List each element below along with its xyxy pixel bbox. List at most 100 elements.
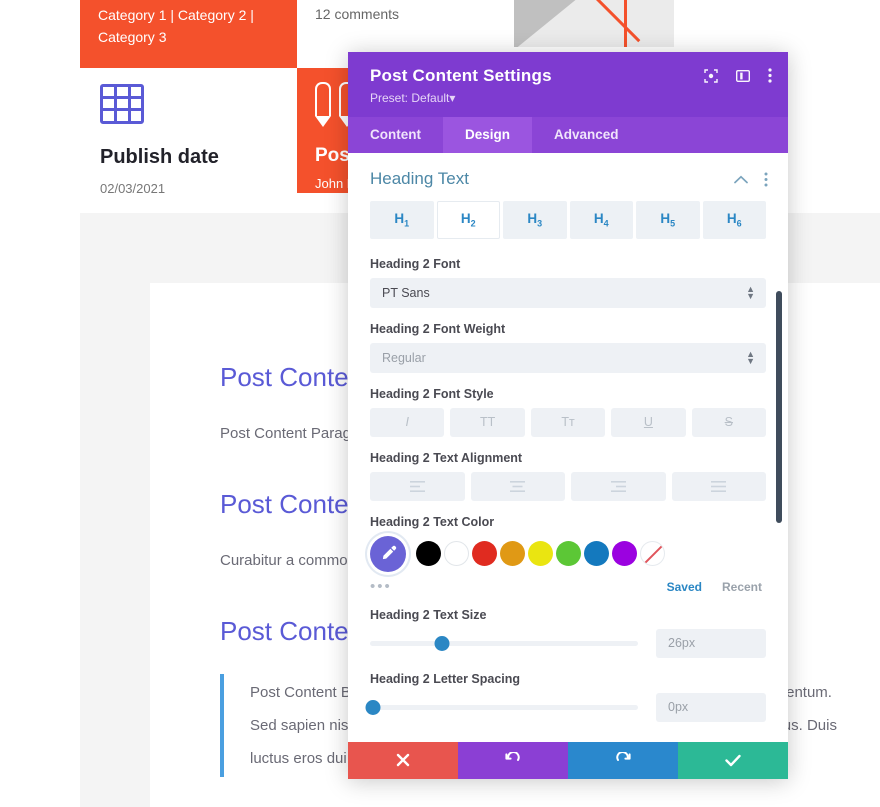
heading-level-h4[interactable]: H4 bbox=[569, 201, 633, 239]
uppercase-glyph: TT bbox=[479, 415, 496, 430]
h4-sub: 4 bbox=[603, 218, 609, 229]
letter-spacing-slider[interactable] bbox=[365, 698, 638, 716]
italic-glyph: I bbox=[405, 415, 409, 430]
heading-level-h6[interactable]: H6 bbox=[702, 201, 766, 239]
more-colors-button[interactable]: ••• bbox=[370, 579, 392, 594]
slider-knob[interactable] bbox=[365, 699, 381, 715]
tab-content[interactable]: Content bbox=[348, 117, 443, 153]
heading-text-size-label: Heading 2 Text Size bbox=[370, 607, 487, 622]
text-size-input[interactable]: 26px bbox=[656, 628, 766, 658]
h5-sub: 5 bbox=[670, 218, 676, 229]
panel-scrollbar[interactable] bbox=[776, 291, 782, 523]
slider-knob[interactable] bbox=[434, 635, 450, 651]
color-swatches bbox=[370, 535, 766, 572]
panel-header-icons bbox=[704, 68, 772, 83]
color-tabs: Saved Recent bbox=[667, 580, 762, 594]
align-right-button[interactable] bbox=[571, 471, 666, 501]
calendar-icon bbox=[100, 84, 144, 124]
h4-label: H bbox=[593, 211, 604, 226]
field-heading-text-color: Heading 2 Text Color ••• Saved Recent bbox=[348, 515, 788, 594]
letter-spacing-input[interactable]: 0px bbox=[656, 692, 766, 722]
field-heading-font-style: Heading 2 Font Style I TT Tᴛ U S bbox=[348, 387, 788, 437]
select-arrows-icon: ▲ ▼ bbox=[746, 283, 755, 301]
chevron-down-icon: ▾ bbox=[449, 91, 456, 105]
h6-sub: 6 bbox=[736, 218, 742, 229]
heading-text-alignment-label: Heading 2 Text Alignment bbox=[370, 450, 523, 465]
h5-label: H bbox=[660, 211, 671, 226]
swatch-white[interactable] bbox=[444, 541, 469, 567]
heading-text-section-header[interactable]: Heading Text bbox=[348, 153, 788, 201]
align-justify-button[interactable] bbox=[671, 471, 766, 501]
panel-body: Heading Text H1 H2 H3 H4 H5 H6 Heading 2… bbox=[348, 153, 788, 742]
image-placeholder-icon bbox=[514, 0, 674, 47]
swatch-blue[interactable] bbox=[584, 541, 609, 567]
align-center-button[interactable] bbox=[470, 471, 565, 501]
heading-font-weight-select[interactable]: Regular ▲ ▼ bbox=[370, 342, 766, 373]
text-size-slider[interactable] bbox=[370, 634, 638, 652]
underline-button[interactable]: U bbox=[611, 407, 686, 437]
small-caps-glyph: Tᴛ bbox=[561, 415, 575, 430]
tab-design[interactable]: Design bbox=[443, 117, 533, 153]
strikethrough-glyph: S bbox=[724, 415, 733, 430]
heading-letter-spacing-label: Heading 2 Letter Spacing bbox=[370, 671, 521, 686]
heading-font-weight-label: Heading 2 Font Weight bbox=[370, 321, 506, 336]
swatch-orange[interactable] bbox=[500, 541, 525, 567]
heading-level-h2[interactable]: H2 bbox=[436, 201, 500, 239]
field-heading-letter-spacing: Heading 2 Letter Spacing 0px bbox=[348, 672, 788, 722]
more-options-icon[interactable] bbox=[764, 172, 768, 187]
heading-level-h1[interactable]: H1 bbox=[370, 201, 434, 239]
eyedropper-icon[interactable] bbox=[370, 535, 406, 572]
post-category-text: Category 1 | Category 2 | Category 3 bbox=[98, 7, 254, 45]
color-swatch-footer: ••• Saved Recent bbox=[370, 579, 766, 594]
swatch-yellow[interactable] bbox=[528, 541, 553, 567]
heading-level-h5[interactable]: H5 bbox=[636, 201, 700, 239]
h1-label: H bbox=[394, 211, 405, 226]
small-caps-button[interactable]: Tᴛ bbox=[530, 407, 606, 437]
swatch-green[interactable] bbox=[556, 541, 581, 567]
tab-advanced[interactable]: Advanced bbox=[532, 117, 641, 153]
uppercase-button[interactable]: TT bbox=[450, 407, 525, 437]
module-publish-date[interactable]: Publish date 02/03/2021 bbox=[80, 68, 297, 213]
saved-colors-tab[interactable]: Saved bbox=[667, 580, 702, 594]
heading-font-select[interactable]: PT Sans ▲ ▼ bbox=[370, 277, 766, 308]
panel-header: Post Content Settings Preset: Default▾ bbox=[348, 52, 788, 117]
cancel-button[interactable] bbox=[348, 741, 458, 779]
text-alignment-buttons bbox=[370, 471, 766, 501]
swatch-none[interactable] bbox=[640, 541, 665, 567]
heading-font-style-label: Heading 2 Font Style bbox=[370, 386, 494, 401]
heading-font-label: Heading 2 Font bbox=[370, 256, 461, 271]
post-content-settings-panel: Post Content Settings Preset: Default▾ C… bbox=[348, 52, 788, 779]
slider-track bbox=[370, 704, 638, 710]
swatch-red[interactable] bbox=[472, 541, 497, 567]
heading-text-color-label: Heading 2 Text Color bbox=[370, 514, 495, 529]
swatch-black[interactable] bbox=[416, 541, 441, 567]
focus-icon[interactable] bbox=[704, 68, 718, 83]
align-left-button[interactable] bbox=[370, 471, 465, 501]
field-heading-text-alignment: Heading 2 Text Alignment bbox=[348, 451, 788, 501]
h1-sub: 1 bbox=[404, 218, 410, 229]
undo-button[interactable] bbox=[458, 741, 568, 779]
strikethrough-button[interactable]: S bbox=[691, 407, 767, 437]
panel-tabs: Content Design Advanced bbox=[348, 117, 788, 153]
layout-split-icon[interactable] bbox=[736, 69, 750, 83]
comment-count-text: 12 comments bbox=[315, 6, 400, 22]
module-post-category[interactable]: Post category Category 1 | Category 2 | … bbox=[80, 0, 297, 68]
publish-date-text: 02/03/2021 bbox=[100, 181, 166, 196]
field-heading-font: Heading 2 Font PT Sans ▲ ▼ bbox=[348, 257, 788, 308]
h2-label: H bbox=[460, 211, 471, 226]
heading-level-h3[interactable]: H3 bbox=[503, 201, 567, 239]
recent-colors-tab[interactable]: Recent bbox=[722, 580, 762, 594]
panel-preset[interactable]: Preset: Default▾ bbox=[370, 91, 768, 105]
swatch-purple[interactable] bbox=[612, 541, 637, 567]
field-heading-text-size: Heading 2 Text Size 26px bbox=[348, 608, 788, 658]
panel-preset-label: Preset: Default bbox=[370, 91, 450, 105]
h6-label: H bbox=[726, 211, 737, 226]
redo-button[interactable] bbox=[568, 741, 678, 779]
select-arrows-icon: ▲ ▼ bbox=[746, 348, 755, 366]
text-size-row: 26px bbox=[370, 628, 766, 658]
chevron-up-icon[interactable] bbox=[734, 175, 748, 184]
save-button[interactable] bbox=[678, 741, 788, 779]
italic-button[interactable]: I bbox=[370, 407, 445, 437]
more-options-icon[interactable] bbox=[768, 68, 772, 83]
screen: Post category Category 1 | Category 2 | … bbox=[0, 0, 880, 807]
